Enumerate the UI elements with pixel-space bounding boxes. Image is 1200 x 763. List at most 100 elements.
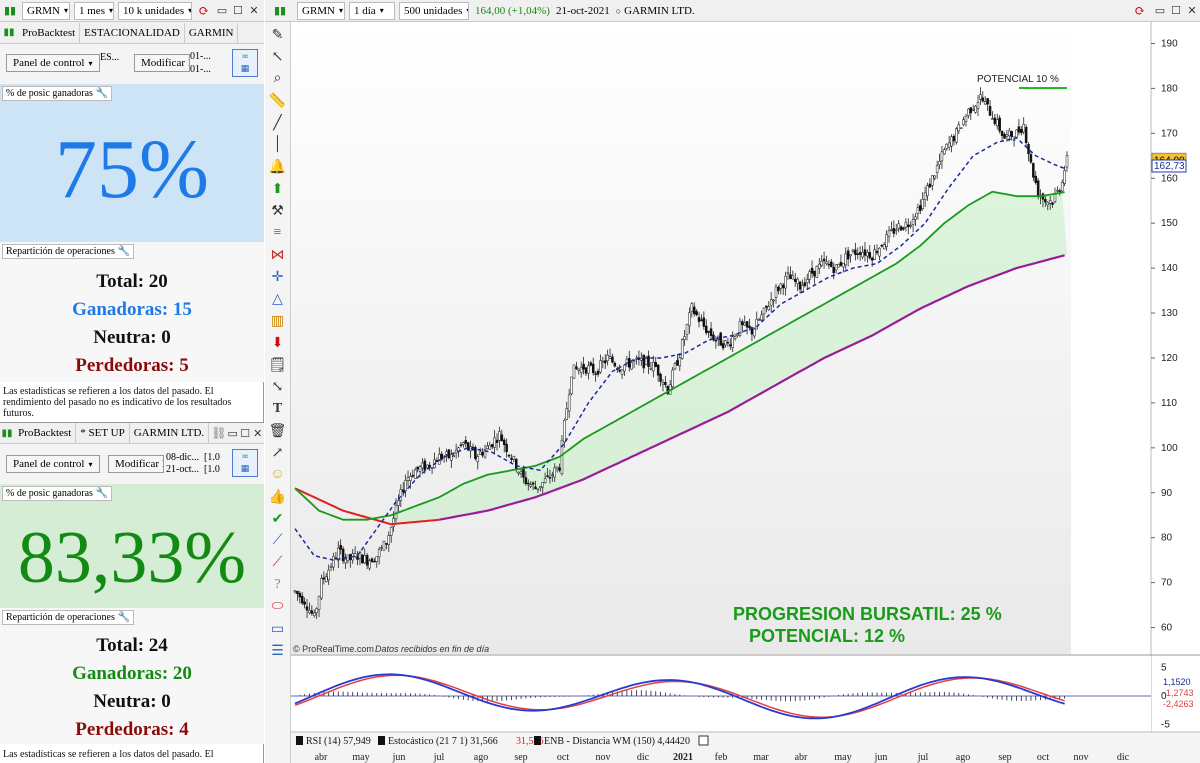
wrench-icon[interactable]: 🔧 — [118, 246, 130, 257]
y-tick-label: 150 — [1161, 218, 1178, 229]
buy-arrow-icon[interactable]: ⬆ — [267, 178, 289, 200]
tab-probacktest[interactable]: ProBacktest — [18, 22, 81, 43]
candle-body — [606, 354, 609, 361]
fibonacci-icon[interactable]: ≡ — [267, 222, 289, 244]
candle-body — [791, 275, 795, 280]
neutral-count: Neutra: 0 — [93, 327, 171, 348]
price-chart[interactable]: 190 180 170 160 150 140 130 120 110 100 90 80 70 60 P… — [291, 22, 1200, 763]
close-icon[interactable]: ✕ — [251, 427, 264, 440]
smiley-icon[interactable]: ☺ — [267, 464, 289, 486]
tab-setup[interactable]: * SET UP — [76, 423, 130, 443]
candle-body — [774, 286, 778, 298]
close-icon[interactable]: ✕ — [246, 4, 262, 17]
control-panel-button-2[interactable]: Panel de control ▾ — [6, 455, 100, 473]
alert-bell-icon[interactable]: 🔔 — [267, 156, 289, 178]
instrument-name: GARMIN LTD. — [624, 4, 695, 17]
symbol-select[interactable]: GRMN ▾ — [297, 1, 345, 20]
panel2-tabbar: ▮▮ ProBacktest * SET UP GARMIN LTD. ⛓ ▭ … — [0, 422, 264, 444]
refresh-icon[interactable]: ⟳ — [194, 3, 214, 19]
maximize-icon[interactable]: ☐ — [239, 427, 252, 440]
tab-estacionalidad[interactable]: ESTACIONALIDAD — [80, 22, 185, 43]
trash-icon[interactable]: 🗑 — [267, 420, 289, 442]
thumbs-up-icon[interactable]: 👍 — [267, 486, 289, 508]
candle-body — [406, 477, 410, 481]
units-select[interactable]: 10 k unidades ▾ — [118, 1, 192, 20]
tab-garmin[interactable]: GARMIN — [185, 22, 239, 43]
fan-icon[interactable]: ⋈ — [267, 244, 289, 266]
osc-value-label: -2,4263 — [1163, 699, 1194, 709]
period-select[interactable]: 1 día ▾ — [349, 1, 395, 20]
sell-arrow-icon[interactable]: ⬇ — [267, 332, 289, 354]
note-icon[interactable]: 🗒 — [267, 354, 289, 376]
line-icon[interactable]: ╱ — [267, 112, 289, 134]
ruler-icon[interactable]: 📏 — [267, 90, 289, 112]
maximize-icon[interactable]: ☐ — [1168, 4, 1184, 17]
chart-icon[interactable]: ▮▮ — [0, 4, 20, 17]
vertical-line-icon[interactable]: │ — [267, 134, 289, 156]
minimize-icon[interactable]: ▭ — [214, 4, 230, 17]
trend-blue-icon[interactable]: ⟋ — [267, 530, 289, 552]
x-tick-label: ago — [474, 752, 488, 763]
wrench-icon[interactable]: 🔧 — [96, 88, 108, 99]
y-tick-label: 80 — [1161, 533, 1173, 544]
candle-body — [1010, 131, 1013, 138]
modify-button-2[interactable]: Modificar P — [108, 455, 164, 473]
candle-body — [567, 394, 571, 412]
report-icon[interactable]: ∞ ▦ — [232, 449, 258, 477]
wrench-icon[interactable]: 🔧 — [96, 488, 108, 499]
candle-body — [548, 477, 552, 479]
candle-body — [923, 192, 927, 200]
rectangle-icon[interactable]: ▭ — [267, 618, 289, 640]
minimize-icon[interactable]: ▭ — [226, 427, 239, 440]
symbol-value: GRMN — [27, 4, 61, 17]
candle-body — [510, 457, 513, 460]
crosshair-icon[interactable]: ✛ — [267, 266, 289, 288]
candle-body — [591, 363, 595, 374]
wrench-icon[interactable]: 🔧 — [118, 612, 130, 623]
candle-body — [620, 369, 624, 375]
arrow-icon[interactable]: ↗ — [267, 442, 289, 464]
panel2-controls: Panel de control ▾ Modificar P 08-dic... … — [0, 444, 264, 484]
pencil-icon[interactable]: ✎ — [267, 24, 289, 46]
bars-icon[interactable]: ▥ — [267, 310, 289, 332]
trend-red-icon[interactable]: ⟋ — [267, 552, 289, 574]
report-icon[interactable]: ∞ ▦ — [232, 49, 258, 77]
tab-probacktest-2[interactable]: ProBacktest — [14, 423, 77, 443]
chart-icon[interactable]: ▮▮ — [265, 4, 295, 17]
candle-body — [601, 360, 605, 363]
status-dot-icon: ○ — [615, 5, 622, 16]
candle-body — [1065, 155, 1069, 168]
tab-garmin-ltd[interactable]: GARMIN LTD. — [130, 423, 210, 443]
connect-icon[interactable]: ⤡ — [267, 376, 289, 398]
candle-body — [466, 442, 470, 451]
period-select[interactable]: 1 mes ▾ — [74, 1, 114, 20]
text-icon[interactable]: T — [267, 398, 289, 420]
zoom-icon[interactable]: ⌕ — [267, 68, 289, 90]
minimize-icon[interactable]: ▭ — [1152, 4, 1168, 17]
maximize-icon[interactable]: ☐ — [230, 4, 246, 17]
candle-body — [589, 362, 593, 366]
candle-body — [938, 161, 941, 165]
disclaimer-note: Las estadísticas se refieren a los datos… — [0, 747, 262, 763]
close-icon[interactable]: ✕ — [1184, 4, 1200, 17]
ellipse-icon[interactable]: ⬭ — [267, 596, 289, 618]
candle-body — [368, 560, 371, 569]
list-icon[interactable]: ☰ — [267, 640, 289, 662]
tools-icon[interactable]: ⚒ — [267, 200, 289, 222]
candle-body — [760, 314, 763, 321]
help-icon[interactable]: ? — [267, 574, 289, 596]
link-icon[interactable]: ⛓ — [211, 426, 226, 441]
pointer-icon[interactable]: ↖ — [267, 46, 289, 68]
candle-body — [392, 518, 395, 527]
symbol-select[interactable]: GRMN ▾ — [22, 1, 70, 20]
candle-body — [1000, 130, 1004, 136]
refresh-icon[interactable]: ⟳ — [1128, 3, 1152, 19]
triangle-icon[interactable]: △ — [267, 288, 289, 310]
candle-body — [652, 361, 655, 372]
check-icon[interactable]: ✔ — [267, 508, 289, 530]
modify-button[interactable]: Modificar P — [134, 54, 190, 72]
units-select[interactable]: 500 unidades▾ — [399, 1, 469, 20]
potential-annotation: POTENCIAL 10 % — [977, 74, 1059, 85]
control-panel-button[interactable]: Panel de control ▾ — [6, 54, 100, 72]
candle-body — [916, 207, 920, 214]
